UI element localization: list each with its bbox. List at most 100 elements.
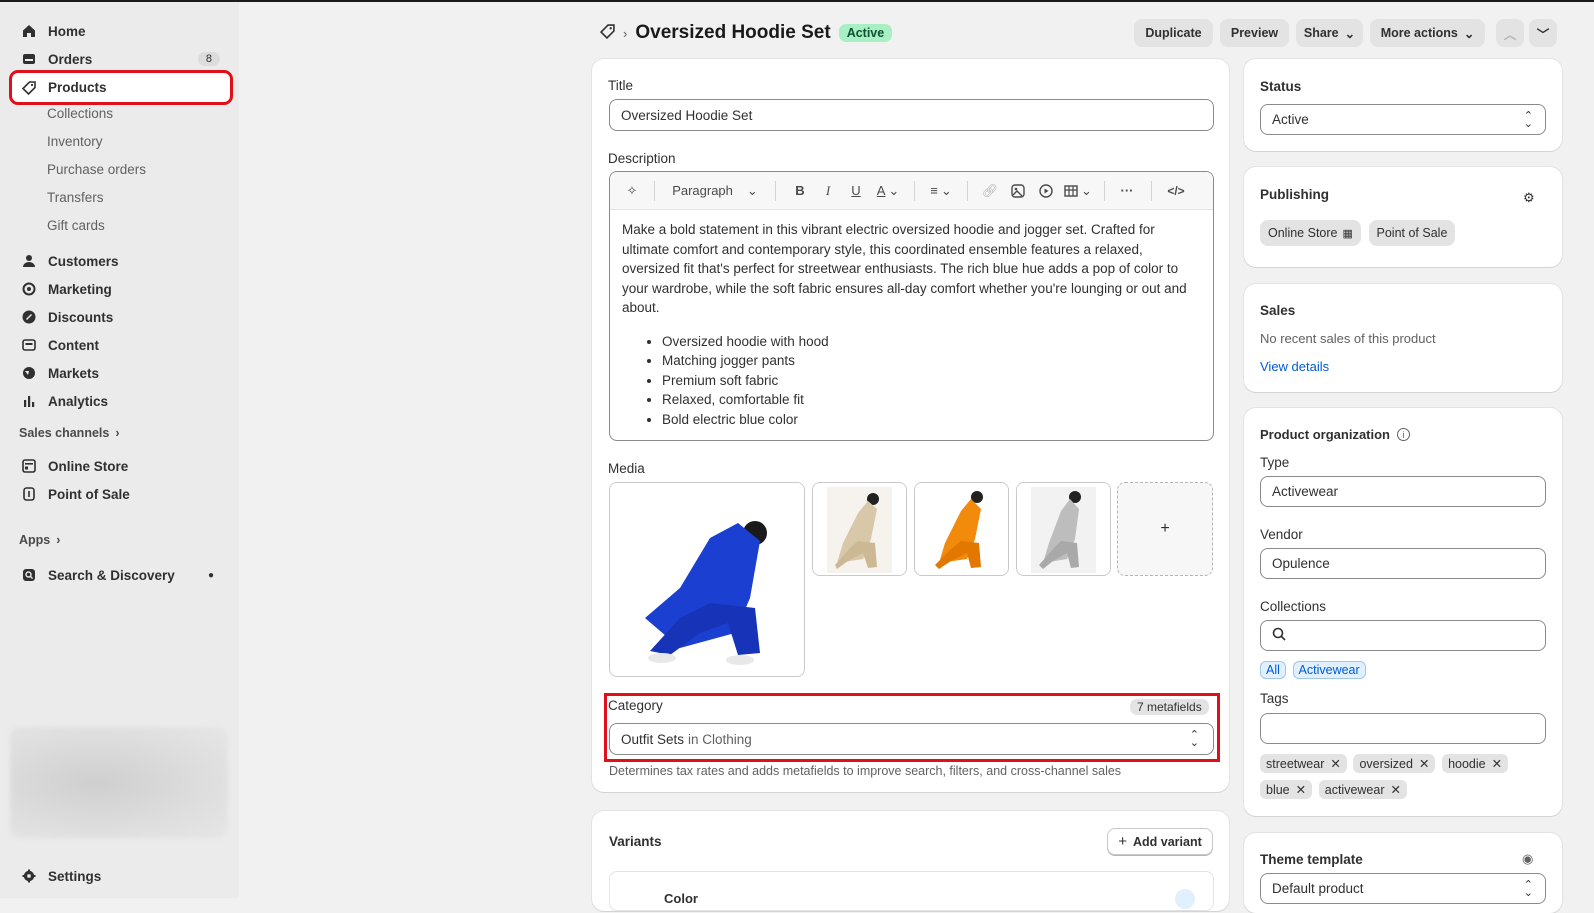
more-actions-label: More actions	[1380, 26, 1458, 40]
title-field[interactable]: Oversized Hoodie Set	[609, 99, 1214, 131]
sidebar-item-analytics[interactable]: Analytics	[12, 388, 230, 414]
text-color-icon[interactable]: A ⌄	[870, 179, 906, 203]
next-product-button[interactable]: ﹀	[1529, 19, 1557, 47]
chevron-up-icon: ︿	[1503, 27, 1517, 42]
sidebar-sub-gift-cards[interactable]: Gift cards	[47, 218, 105, 233]
theme-template-value: Default product	[1272, 881, 1364, 896]
orders-icon	[22, 52, 36, 66]
sidebar-item-orders[interactable]: Orders 8	[12, 46, 230, 72]
link-icon[interactable]: 🔗︎	[976, 179, 1004, 203]
collection-tag[interactable]: All	[1260, 661, 1286, 679]
description-label: Description	[608, 151, 676, 166]
tag-chip: streetwear ✕	[1260, 754, 1347, 773]
chevron-down-icon: ⌄	[1344, 26, 1356, 41]
add-variant-label: Add variant	[1133, 834, 1202, 849]
sidebar-item-discounts[interactable]: Discounts	[12, 304, 230, 330]
preview-button[interactable]: Preview	[1220, 19, 1289, 47]
bold-icon[interactable]: B	[786, 179, 814, 203]
media-thumbnail-grey[interactable]	[1016, 482, 1111, 576]
category-value: Outfit Sets	[621, 731, 685, 747]
channel-online-store[interactable]: Online Store ▦	[1260, 220, 1361, 246]
select-arrows-icon: ⌃ ⌄	[1189, 729, 1199, 749]
category-select[interactable]: Outfit Sets in Clothing ⌃ ⌄	[609, 723, 1214, 755]
grey-hoodie-model-image	[1017, 483, 1110, 575]
tags-input[interactable]	[1260, 713, 1546, 744]
collection-tag[interactable]: Activewear	[1292, 661, 1366, 679]
italic-icon[interactable]: I	[814, 179, 842, 203]
view-details-link[interactable]: View details	[1260, 359, 1329, 374]
info-icon[interactable]: i	[1397, 428, 1410, 441]
list-item: Premium soft fabric	[662, 371, 1201, 391]
sidebar-item-point-of-sale[interactable]: Point of Sale	[12, 481, 230, 507]
description-paragraph: Make a bold statement in this vibrant el…	[622, 222, 1187, 315]
sidebar-item-customers[interactable]: Customers	[12, 248, 230, 274]
apps-header[interactable]: Apps ›	[19, 533, 60, 547]
tag-icon[interactable]	[599, 24, 615, 42]
status-select[interactable]: Active ⌃ ⌄	[1260, 104, 1546, 135]
sales-empty-text: No recent sales of this product	[1260, 331, 1436, 346]
sidebar-item-markets[interactable]: Markets	[12, 360, 230, 386]
media-main-image[interactable]	[609, 482, 805, 677]
variant-option-name: Color	[664, 891, 698, 906]
orders-count-badge: 8	[197, 52, 220, 66]
magic-wand-icon[interactable]: ✧	[620, 179, 644, 203]
sidebar-item-search-discovery[interactable]: Search & Discovery ●	[12, 562, 230, 588]
sidebar-item-content[interactable]: Content	[12, 332, 230, 358]
sidebar-item-home[interactable]: Home	[12, 18, 230, 44]
sidebar-item-settings[interactable]: Settings	[12, 863, 230, 889]
tag-label: blue	[1266, 782, 1290, 797]
vendor-field[interactable]: Opulence	[1260, 548, 1546, 579]
collections-search-input[interactable]	[1260, 620, 1546, 651]
metafields-badge[interactable]: 7 metafields	[1130, 699, 1209, 715]
more-horizontal-icon[interactable]: ···	[1113, 179, 1141, 203]
filter-settings-icon[interactable]: ⚙︎	[1523, 190, 1535, 206]
publishing-card	[1244, 167, 1562, 267]
tag-label: oversized	[1359, 756, 1413, 771]
sidebar-sub-collections[interactable]: Collections	[47, 106, 113, 121]
theme-template-title: Theme template	[1260, 852, 1363, 867]
channel-point-of-sale[interactable]: Point of Sale	[1368, 220, 1456, 246]
close-icon[interactable]: ✕	[1419, 756, 1429, 771]
insert-video-icon[interactable]	[1032, 179, 1060, 203]
orange-hoodie-model-image	[915, 483, 1008, 575]
collection-tags: All Activewear	[1260, 661, 1369, 679]
more-actions-button[interactable]: More actions ⌄	[1370, 19, 1485, 47]
theme-template-select[interactable]: Default product ⌃ ⌄	[1260, 873, 1546, 904]
add-variant-button[interactable]: + Add variant	[1107, 828, 1213, 855]
variant-option-row[interactable]: Color	[609, 871, 1214, 911]
sidebar-item-label: Discounts	[48, 309, 114, 325]
chevron-right-icon: ›	[623, 25, 628, 41]
media-thumbnail-beige[interactable]	[812, 482, 907, 576]
close-icon[interactable]: ✕	[1492, 756, 1502, 771]
share-button[interactable]: Share ⌄	[1296, 19, 1363, 47]
close-icon[interactable]: ✕	[1330, 756, 1340, 771]
paragraph-select[interactable]: Paragraph ⌄	[665, 179, 765, 203]
chevron-right-icon: ›	[56, 533, 61, 547]
sidebar-item-products[interactable]: Products	[9, 70, 233, 105]
sales-title: Sales	[1260, 303, 1296, 318]
eye-icon[interactable]: ◉	[1522, 851, 1533, 867]
underline-icon[interactable]: U	[842, 179, 870, 203]
close-icon[interactable]: ✕	[1391, 782, 1401, 797]
sidebar-item-marketing[interactable]: Marketing	[12, 276, 230, 302]
tag-icon	[22, 80, 36, 95]
insert-image-icon[interactable]	[1004, 179, 1032, 203]
sales-channels-header[interactable]: Sales channels ›	[19, 426, 120, 440]
duplicate-button[interactable]: Duplicate	[1134, 19, 1213, 47]
align-icon[interactable]: ≡ ⌄	[923, 179, 959, 203]
divider	[654, 180, 655, 201]
channel-label: Online Store	[1268, 226, 1338, 240]
table-icon[interactable]: ⌄	[1060, 179, 1096, 203]
description-content[interactable]: Make a bold statement in this vibrant el…	[610, 210, 1213, 439]
sidebar-item-online-store[interactable]: Online Store	[12, 453, 230, 479]
previous-product-button[interactable]: ︿	[1496, 19, 1524, 47]
media-thumbnail-orange[interactable]	[914, 482, 1009, 576]
close-icon[interactable]: ✕	[1296, 782, 1306, 797]
sidebar-sub-transfers[interactable]: Transfers	[47, 190, 104, 205]
sidebar-sub-purchase-orders[interactable]: Purchase orders	[47, 162, 146, 177]
target-icon	[22, 282, 36, 296]
sidebar-sub-inventory[interactable]: Inventory	[47, 134, 103, 149]
code-view-icon[interactable]: </>	[1162, 179, 1190, 203]
add-media-button[interactable]: +	[1117, 482, 1213, 576]
type-field[interactable]: Activewear	[1260, 476, 1546, 507]
